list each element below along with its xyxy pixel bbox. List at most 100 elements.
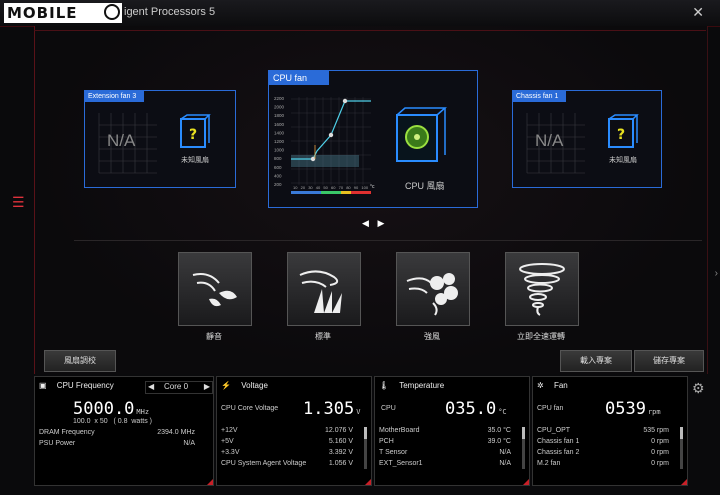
cpu-frequency-number: 5000.0 [73,399,135,419]
fan-name-label: 未知風扇 [609,157,637,164]
stat-row: T Sensor N/A [379,449,511,456]
fan-speed-unit: rpm [647,408,661,416]
stat-row: +5V 5.160 V [221,438,353,445]
current-speed-band [291,155,359,167]
panel-header: ✲ Fan [537,381,568,390]
side-expand-icon[interactable]: › [715,268,718,279]
stat-value: 39.0 °C [487,438,511,445]
stat-value: N/A [499,449,511,456]
stat-label: PCH [379,438,394,445]
mode-turbo-button[interactable] [396,252,470,326]
stat-label: +3.3V [221,449,240,456]
panel-corner-mark [207,479,213,485]
y-tick-label: 1600 [274,122,285,127]
core-select-value: Core 0 [164,382,189,391]
standard-mode-icon [299,270,342,313]
core-selector[interactable]: ◀ Core 0 ▶ [145,381,213,394]
stat-label: EXT_Sensor1 [379,460,423,467]
fan-card-tab: CPU fan [269,71,330,85]
y-tick-label: 1200 [274,139,285,144]
stat-label: CPU System Agent Voltage [221,460,307,467]
fan-card-chassis-fan-1[interactable]: Chassis fan 1 N/A ? 未知風扇 [512,90,662,188]
panel-header: ⚡ Voltage [221,381,268,390]
mode-standard-button[interactable] [287,252,361,326]
mode-standard-label: 標準 [315,332,331,341]
temperature-list-scrollbar[interactable] [522,427,525,469]
x-tick-label: 60 [331,185,336,190]
stat-label: DRAM Frequency [39,429,95,436]
stat-row: DRAM Frequency 2394.0 MHz [39,429,195,436]
unknown-fan-icon: ? [180,114,211,148]
fan-speed-value: 0539 rpm [605,399,661,419]
stat-row: +3.3V 3.392 V [221,449,353,456]
fan-card-tab: Extension fan 3 [85,91,145,102]
panel-title: Fan [553,381,568,390]
x-tick-label: 100 [361,185,368,190]
x-tick-label: 90 [354,185,359,190]
y-tick-label: 800 [274,156,282,161]
stat-label: PSU Power [39,440,76,447]
app-logo: MOBILE [4,3,122,23]
y-tick-label: 2000 [274,105,285,110]
core-prev-icon[interactable]: ◀ [148,382,154,391]
fan-status-na: N/A [107,131,136,150]
cpu-frequency-value: 5000.0 MHz [73,399,149,419]
cpu-frequency-panel: ▣ CPU Frequency ◀ Core 0 ▶ 5000.0 MHz 100… [34,376,214,486]
stat-row: EXT_Sensor1 N/A [379,460,511,467]
x-tick-label: 70 [339,185,344,190]
next-fan-button[interactable]: ▶ [377,218,384,228]
voltage-list-scrollbar[interactable] [364,427,367,469]
fan-card-cpu-fan[interactable]: CPU fan 2200 2000 1800 1600 1400 1200 1000 800 6… [268,70,478,208]
stat-row: M.2 fan 0 rpm [537,460,669,467]
stat-value: N/A [183,440,195,447]
prev-fan-button[interactable]: ◀ [362,218,369,228]
fan-tuning-button[interactable]: 風扇調校 [44,350,116,372]
close-button[interactable]: ✕ [692,4,704,21]
stat-value: 3.392 V [328,449,353,456]
y-tick-label: 400 [274,173,282,178]
y-tick-label: 1800 [274,113,285,118]
stat-label: CPU_OPT [537,427,571,434]
x-unit-label: °c [370,184,375,190]
stat-label: MotherBoard [379,427,420,434]
save-profile-button[interactable]: 儲存專案 [634,350,704,372]
curve-point[interactable] [342,98,348,104]
stat-value: 1.056 V [328,460,353,467]
title-bar: MOBILE igent Processors 5 ✕ [0,0,720,27]
cpu-fan-curve-chart[interactable]: 2200 2000 1800 1600 1400 1200 1000 800 600 400 200… [273,89,377,205]
fan-card-extension-fan-3[interactable]: Extension fan 3 N/A ? 未知風扇 [84,90,236,188]
mode-full-speed-button[interactable] [505,252,579,326]
x-tick-label: 50 [323,185,328,190]
main-reading-label: CPU [381,405,396,412]
logo-text: MOBILE [7,4,78,22]
stat-row: Chassis fan 2 0 rpm [537,449,669,456]
stat-row: MotherBoard 35.0 °C [379,427,511,434]
temp-scale-hot [351,191,371,194]
menu-icon[interactable]: ☰ [12,194,25,211]
fan-list-scrollbar[interactable] [680,427,683,469]
panel-corner-mark [681,479,687,485]
load-profile-button[interactable]: 載入專案 [560,350,632,372]
stat-row: PSU Power N/A [39,440,195,447]
mode-silent-button[interactable] [178,252,252,326]
stat-row: Chassis fan 1 0 rpm [537,438,669,445]
x-tick-label: 20 [301,185,306,190]
stat-label: T Sensor [379,449,408,456]
stat-label: Chassis fan 1 [537,438,580,445]
stat-row: +12V 12.076 V [221,427,353,434]
stat-value: 0 rpm [651,460,669,467]
mode-full-speed-label: 立即全速運轉 [517,332,565,341]
voltage-panel: ⚡ Voltage CPU Core Voltage 1.305 V +12V 12… [216,376,372,486]
y-tick-label: 1000 [274,148,285,153]
mode-turbo-label: 強風 [424,332,440,341]
stat-value: 2394.0 MHz [157,429,195,436]
x-tick-label: 80 [346,185,351,190]
core-next-icon[interactable]: ▶ [204,382,210,391]
cpu-icon: ▣ [39,381,47,390]
fan-name-label: 未知風扇 [181,157,209,164]
x-tick-label: 40 [316,185,321,190]
panel-corner-mark [365,479,371,485]
curve-point[interactable] [328,132,334,138]
panel-title: CPU Frequency [56,381,114,390]
gear-icon[interactable]: ⚙ [692,380,705,397]
